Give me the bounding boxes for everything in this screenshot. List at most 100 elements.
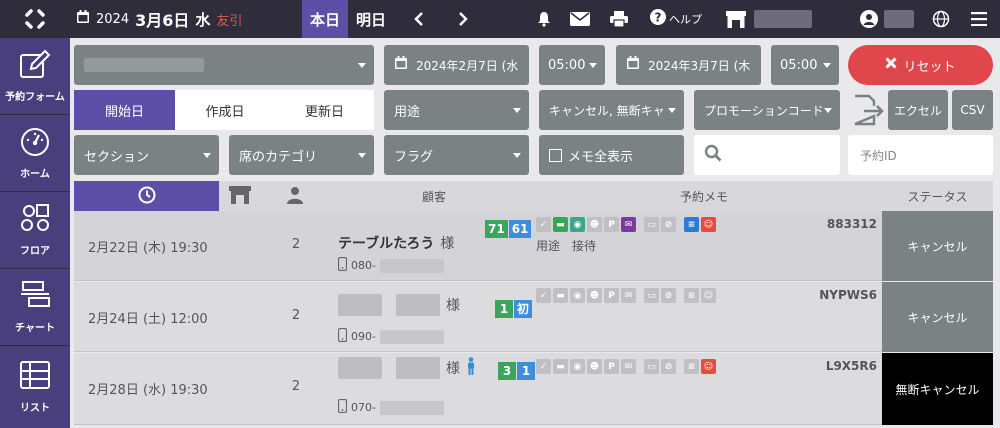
- table-row[interactable]: 2月28日 (水) 19:30 2 様 070- 3 1 ✓ ▬ ◉ ☻ P ✉…: [74, 353, 993, 425]
- table-row[interactable]: 2月24日 (土) 12:00 2 様 090- 1 初 ✓ ▬ ◉ ☻ P ✉…: [74, 282, 993, 352]
- sidebar: 予約フォーム ホーム フロア チャート リスト: [0, 38, 70, 428]
- visit-count: 3: [498, 362, 516, 380]
- memo-icons: ✓ ▬ ◉ ☻ P ✉ ▭ ⊘ ≡ ☺: [536, 359, 716, 374]
- app-logo-icon[interactable]: [0, 0, 70, 38]
- promo-code-select[interactable]: プロモーションコード: [694, 90, 840, 130]
- customer-name-block[interactable]: 様: [338, 357, 476, 379]
- tab-updated-date[interactable]: 更新日: [275, 90, 374, 130]
- current-year: 2024: [96, 11, 130, 27]
- visit-count-badge: 71 61: [485, 220, 532, 238]
- section-select[interactable]: セクション: [74, 135, 219, 175]
- sort-time-column[interactable]: [74, 181, 219, 211]
- no-smoking-icon: ⊘: [661, 217, 676, 232]
- chevron-right-icon[interactable]: [448, 0, 478, 38]
- chevron-left-icon[interactable]: [404, 0, 434, 38]
- memo-show-all-checkbox[interactable]: [549, 148, 562, 162]
- document-icon: ≡: [684, 217, 699, 232]
- sort-people-column[interactable]: [274, 181, 316, 211]
- seat-category-select[interactable]: 席のカテゴリ: [229, 135, 374, 175]
- sidebar-item-label: リスト: [20, 403, 50, 414]
- today-button[interactable]: 本日: [302, 0, 348, 38]
- parking-icon: P: [604, 359, 619, 374]
- csv-button[interactable]: CSV: [952, 90, 993, 130]
- reset-label: リセット: [903, 59, 956, 75]
- sidebar-item-home[interactable]: ホーム: [0, 115, 70, 191]
- memo-show-all-toggle[interactable]: メモ全表示: [539, 135, 684, 175]
- mail-icon[interactable]: [569, 0, 591, 38]
- honorific: 様: [440, 236, 455, 252]
- flag-select[interactable]: フラグ: [384, 135, 529, 175]
- store-name[interactable]: [754, 10, 812, 28]
- bell-icon[interactable]: [534, 0, 554, 38]
- customer-name-block[interactable]: テーブルたろう 様: [338, 233, 454, 253]
- reservation-code: 883312: [826, 217, 877, 231]
- time-to-select[interactable]: 05:00: [771, 45, 839, 85]
- reservation-id-input[interactable]: 予約ID: [848, 135, 993, 175]
- sidebar-item-chart[interactable]: チャート: [0, 269, 70, 345]
- status-badge[interactable]: キャンセル: [882, 282, 993, 352]
- globe-icon[interactable]: [930, 0, 952, 38]
- smile-icon: ☺: [701, 359, 716, 374]
- mail-icon: ✉: [621, 217, 636, 232]
- customer-name-block[interactable]: 様: [338, 294, 460, 316]
- floor-icon: [19, 203, 51, 237]
- user-name[interactable]: [884, 10, 914, 28]
- table-header: 顧客 予約メモ ステータス: [74, 181, 993, 211]
- list-icon: [19, 360, 51, 394]
- date-to-field[interactable]: 2024年3月7日 (木: [616, 45, 761, 85]
- memo-column-header: 予約メモ: [679, 189, 728, 204]
- time-from-select[interactable]: 05:00: [539, 45, 605, 85]
- globe-icon: ◉: [570, 217, 585, 232]
- sidebar-item-reservation-form[interactable]: 予約フォーム: [0, 38, 70, 114]
- visit-count-badge: 1 初: [495, 300, 533, 318]
- sidebar-item-label: フロア: [20, 246, 50, 257]
- clock-icon: [138, 186, 156, 207]
- excel-button[interactable]: エクセル: [888, 90, 948, 130]
- sort-store-column[interactable]: [219, 181, 261, 211]
- current-month-day: 3月6日: [135, 11, 190, 30]
- people-count: 2: [291, 379, 301, 394]
- memo-icons: ✓ ▬ ◉ ☻ P ✉ ▭ ⊘ ≡ ☺: [536, 217, 716, 232]
- help-label: ヘルプ: [669, 13, 702, 26]
- visit-count-secondary: 1: [517, 362, 535, 380]
- status-badge[interactable]: 無断キャンセル: [882, 353, 993, 425]
- seat-category-label: 席のカテゴリ: [239, 149, 318, 165]
- document-icon: ≡: [684, 288, 699, 303]
- cat-icon: ☻: [587, 359, 602, 374]
- phone-prefix: 070-: [351, 401, 376, 414]
- dashboard-icon: [19, 126, 51, 160]
- reset-button[interactable]: リセット: [848, 45, 993, 85]
- visit-count: 1: [495, 300, 513, 318]
- customer-column-header: 顧客: [421, 189, 446, 204]
- user-icon[interactable]: [858, 0, 880, 38]
- date-to-value: 2024年3月7日 (木: [648, 58, 751, 73]
- status-badge[interactable]: キャンセル: [882, 211, 993, 281]
- search-input[interactable]: [694, 135, 840, 175]
- sidebar-item-floor[interactable]: フロア: [0, 192, 70, 268]
- people-count: 2: [291, 308, 301, 323]
- purpose-select[interactable]: 用途: [384, 90, 529, 130]
- globe-icon: ◉: [570, 288, 585, 303]
- printer-icon[interactable]: [608, 0, 630, 38]
- store-icon[interactable]: [724, 0, 748, 38]
- visit-count-secondary: 61: [508, 220, 532, 238]
- cancel-filter-value: キャンセル, 無断キャ: [549, 103, 665, 118]
- cancel-filter-select[interactable]: キャンセル, 無断キャ: [539, 90, 684, 130]
- visit-count-badge: 3 1: [498, 362, 535, 380]
- sidebar-item-label: チャート: [15, 323, 55, 334]
- help-link[interactable]: ? ヘルプ: [648, 0, 704, 38]
- tab-start-date[interactable]: 開始日: [74, 90, 175, 130]
- person-icon: [466, 357, 476, 379]
- tomorrow-button[interactable]: 明日: [350, 0, 392, 38]
- hamburger-icon[interactable]: [968, 0, 990, 38]
- date-from-field[interactable]: 2024年2月7日 (水: [384, 45, 529, 85]
- tab-created-date[interactable]: 作成日: [175, 90, 275, 130]
- phone-icon: [337, 256, 348, 274]
- sidebar-item-list[interactable]: リスト: [0, 346, 70, 428]
- no-smoking-icon: ⊘: [661, 359, 676, 374]
- current-date[interactable]: 2024 3月6日 水 友引: [76, 0, 242, 38]
- smile-icon: ☺: [701, 288, 716, 303]
- customer-name: [338, 357, 382, 379]
- table-row[interactable]: 2月22日 (木) 19:30 2 テーブルたろう 様 080- 71 61 ✓…: [74, 211, 993, 281]
- store-select[interactable]: [74, 45, 374, 85]
